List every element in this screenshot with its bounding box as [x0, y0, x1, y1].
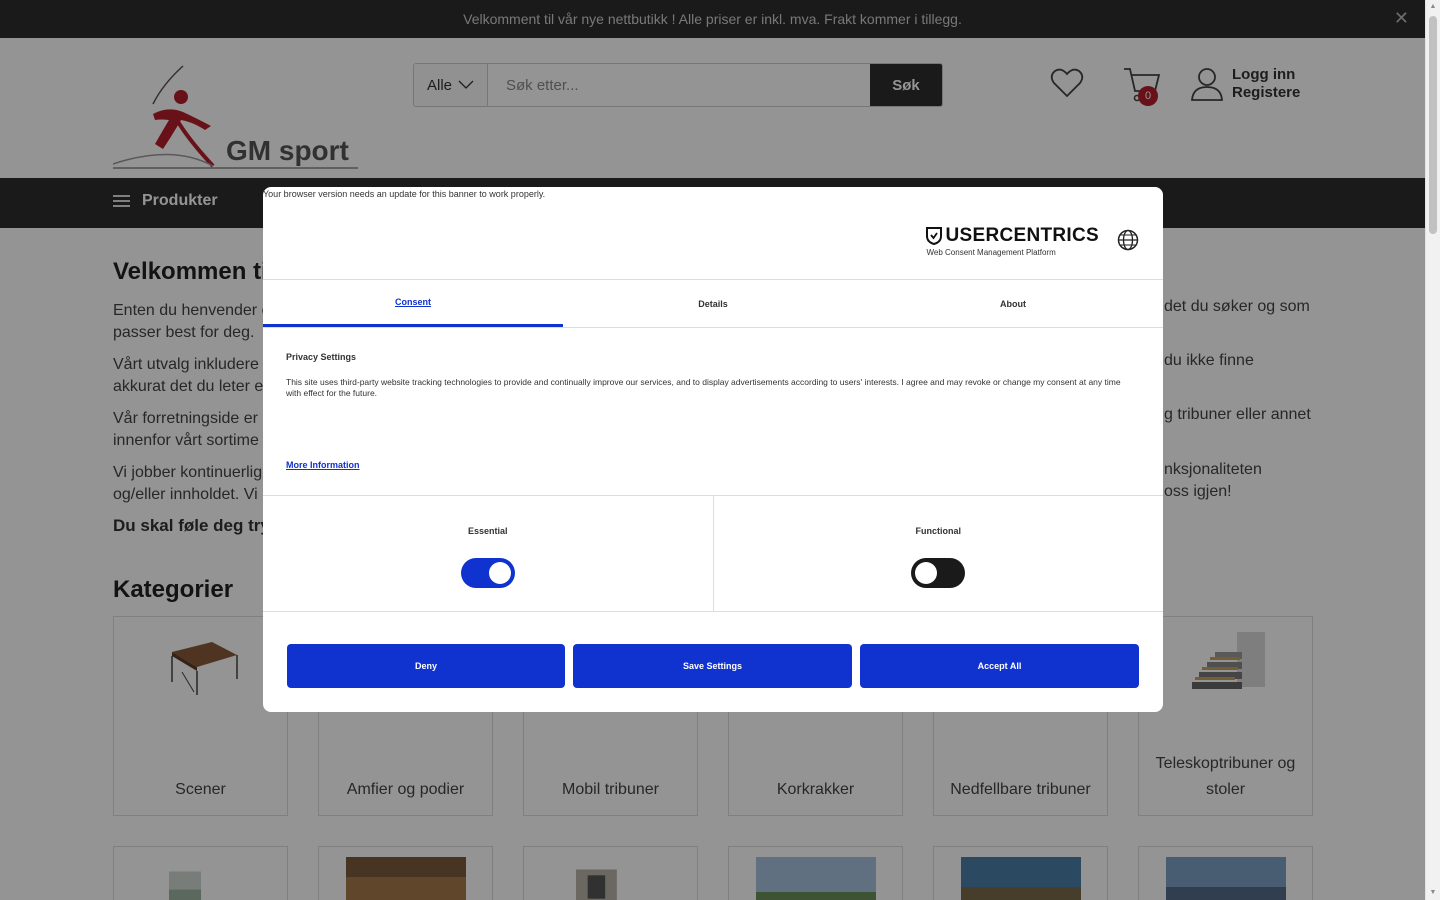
globe-icon[interactable]: [1117, 229, 1139, 251]
more-information-link[interactable]: More Information: [286, 460, 360, 470]
page-scrollbar[interactable]: ▲ ▼: [1425, 0, 1440, 900]
essential-label: Essential: [467, 526, 508, 536]
scroll-down-arrow-icon[interactable]: ▼: [1429, 889, 1437, 897]
usercentrics-brand: USERCENTRICS: [945, 225, 1099, 246]
functional-toggle[interactable]: [911, 558, 966, 588]
tab-consent[interactable]: Consent: [263, 280, 563, 327]
consent-tabs: Consent Details About: [263, 279, 1163, 328]
save-settings-button[interactable]: Save Settings: [573, 644, 852, 688]
essential-toggle[interactable]: [460, 558, 515, 588]
accept-all-button[interactable]: Accept All: [860, 644, 1139, 688]
deny-button[interactable]: Deny: [287, 644, 565, 688]
functional-toggle-cell: Functional: [712, 496, 1164, 611]
consent-toggles: Essential Functional: [263, 495, 1163, 612]
browser-update-note: Your browser version needs an update for…: [263, 189, 546, 199]
scroll-thumb[interactable]: [1429, 16, 1437, 234]
shield-icon: [926, 227, 943, 245]
usercentrics-subtitle: Web Consent Management Platform: [926, 248, 1056, 257]
tab-details[interactable]: Details: [563, 280, 863, 327]
privacy-settings-text: This site uses third-party website track…: [286, 377, 1121, 398]
privacy-settings-title: Privacy Settings: [286, 352, 357, 362]
functional-label: Functional: [915, 526, 962, 536]
scroll-up-arrow-icon[interactable]: ▲: [1429, 3, 1437, 11]
tab-about[interactable]: About: [863, 280, 1163, 327]
consent-dialog: Your browser version needs an update for…: [263, 187, 1163, 712]
usercentrics-logo: USERCENTRICS Web Consent Management Plat…: [926, 225, 1099, 257]
essential-toggle-cell: Essential: [263, 496, 713, 611]
